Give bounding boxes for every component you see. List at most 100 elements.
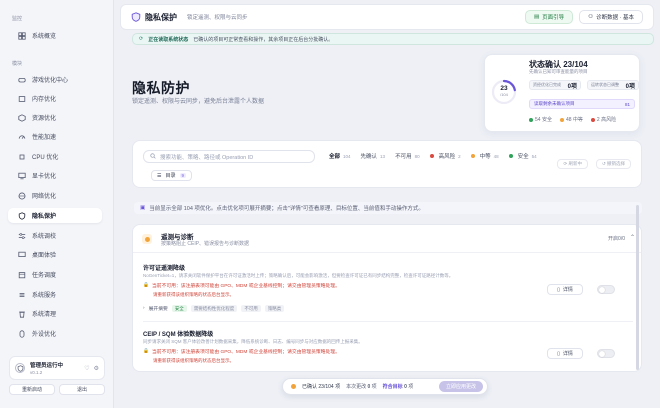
memory-icon: [18, 95, 26, 103]
sidebar-item-scheduler[interactable]: 任务调度: [8, 267, 102, 282]
loading-notice: ⟳ 正在读取系统状态 已确认的项目可正常查看和操作，其余项目正在后台分批确认。: [132, 33, 654, 45]
sidebar-item-services[interactable]: 系统服务: [8, 287, 102, 302]
sliders-icon: [18, 232, 26, 240]
page-guide-button[interactable]: ▤ 页面引导: [524, 10, 574, 24]
legend-high: 2 高风险: [590, 116, 616, 123]
chevron-up-icon[interactable]: ⌃: [630, 234, 635, 241]
search-icon: [150, 152, 156, 161]
item-title: CEIP / SQM 体验数据降级: [143, 332, 214, 338]
sidebar-item-memory[interactable]: 内存优化: [8, 91, 102, 106]
sidebar-item-game-center[interactable]: 游戏优化中心: [8, 72, 102, 87]
chip-medium[interactable]: 中等 48: [470, 152, 499, 160]
directory-count: 9: [179, 173, 187, 178]
directory-button[interactable]: ☰ 目录 9: [151, 170, 193, 181]
ring-total: /104: [500, 92, 508, 97]
diagnostic-data-label: 诊断数据 · 基本: [596, 15, 634, 21]
sidebar-item-label: 内存优化: [32, 97, 57, 103]
sidebar-item-label: 系统服务: [32, 293, 57, 299]
shield-icon: [18, 211, 26, 220]
heart-icon[interactable]: ♡: [84, 365, 89, 372]
item-toggle[interactable]: [597, 285, 615, 294]
sidebar-item-label: 隐私保护: [32, 214, 57, 220]
mouse-icon: [18, 329, 26, 338]
divider: [143, 321, 633, 322]
ring-value: 23: [500, 85, 508, 92]
telemetry-group: 遥测与诊断 按策略阻止 CEIP、错误报告与诊断数据 开启0/0 ⌃ 许可证遥测…: [132, 224, 642, 372]
done-value: 0项: [567, 83, 577, 90]
sidebar-item-label: 任务调度: [32, 273, 57, 279]
globe-icon: [18, 192, 26, 200]
sidebar-item-performance[interactable]: 性能加速: [8, 129, 102, 144]
notice-bold: 正在读取系统状态: [148, 36, 189, 43]
tag: 需要结构性优化程度: [190, 305, 238, 312]
risk-legend: 54 安全 48 中等 2 高风险: [529, 116, 616, 123]
sidebar-item-privacy[interactable]: 隐私保护: [8, 208, 102, 223]
tag: 不可用: [241, 305, 261, 312]
sidebar-item-label: 显卡优化: [32, 174, 57, 180]
sidebar-item-cleanup[interactable]: 系统清理: [8, 306, 102, 321]
restart-button[interactable]: 重新启动: [9, 384, 55, 395]
lock-icon: 🔒: [143, 349, 149, 354]
expand-summary[interactable]: › 展开摘要 安全 需要结构性优化程度 不可用 策略类: [143, 305, 285, 312]
detail-button[interactable]: ▯ 详情: [547, 284, 583, 295]
sidebar-item-network[interactable]: 网络优化: [8, 188, 102, 203]
red-dot-icon: [429, 154, 434, 158]
target-link[interactable]: 符合目标 0 项: [383, 383, 414, 390]
item-warning: 🔒 当前不可用：该注册表项可能由 GPO、MDM 或企业基线控制；请交由管理员策略…: [143, 349, 340, 355]
sidebar-item-label: CPU 优化: [32, 155, 59, 161]
exit-button[interactable]: 退出: [59, 384, 105, 395]
page-header: 隐私保护 锁定遥测、权限与云同步 ▤ 页面引导 ⚇ 诊断数据 · 基本: [120, 4, 654, 30]
apply-changes-button[interactable]: 立即应用更改: [438, 381, 483, 392]
gear-icon[interactable]: ⚙: [94, 365, 99, 372]
warning-icon: [142, 234, 152, 244]
trash-icon: [18, 310, 26, 318]
sidebar-item-overview[interactable]: 系统概览: [8, 28, 102, 43]
undo-selection-button[interactable]: ↺ 撤销选择: [595, 159, 631, 169]
legend-medium: 48 中等: [559, 116, 583, 123]
scrollbar[interactable]: [636, 205, 639, 370]
confirmed-count: 已确认 23/104 项: [302, 384, 341, 390]
sidebar-item-tuning[interactable]: 系统调校: [8, 228, 102, 243]
group-count: 开启0/0: [608, 236, 625, 242]
sync-icon: ⟳: [139, 36, 144, 42]
main-content: 隐私保护 锁定遥测、权限与云同步 ▤ 页面引导 ⚇ 诊断数据 · 基本 ⟳ 正在…: [120, 0, 656, 408]
chip-high-risk[interactable]: 高风险 2: [429, 152, 461, 160]
sidebar-item-peripheral[interactable]: 外设优化: [8, 326, 102, 341]
green-dot-icon: [508, 154, 513, 158]
hero-title: 隐私防护: [132, 80, 190, 96]
display-icon: [18, 172, 26, 180]
lock-icon: 🔒: [143, 283, 149, 288]
sidebar-section-monitor: 监控: [12, 16, 23, 22]
list-icon: [18, 291, 26, 299]
directory-label: 目录: [165, 173, 176, 179]
pending-box: 运转状态已调整 0项: [587, 80, 639, 90]
item-toggle[interactable]: [597, 349, 615, 358]
group-header[interactable]: 遥测与诊断 按策略阻止 CEIP、错误报告与诊断数据 开启0/0 ⌃: [133, 225, 641, 253]
pending-label: 运转状态已调整: [591, 82, 619, 87]
chevron-right-icon: ›: [143, 306, 145, 311]
search-input[interactable]: 搜索功能、策略、路径或 Operation ID: [143, 150, 315, 163]
sidebar-item-desktop[interactable]: 桌面体验: [8, 247, 102, 262]
bottom-action-bar: 已确认 23/104 项 本次更改 0 项 符合目标 0 项 立即应用更改: [282, 378, 488, 395]
refresh-button[interactable]: ⟳ 刷新中: [557, 159, 588, 169]
detail-button[interactable]: ▯ 详情: [547, 348, 583, 359]
status-card: 23 /104 状态确认 23/104 先确认已知可审查能量的项目 资经优化已完…: [484, 54, 640, 132]
sidebar-item-label: 外设优化: [32, 332, 57, 338]
chip-all[interactable]: 全部 104: [329, 152, 351, 161]
page-guide-label: 页面引导: [542, 15, 565, 21]
sidebar-item-gpu[interactable]: 显卡优化: [8, 168, 102, 183]
done-box: 资经优化已完成 0项: [529, 80, 581, 90]
chip-safe[interactable]: 安全 54: [508, 152, 537, 160]
reading-remaining[interactable]: 读取剩余未确认项目 81: [529, 99, 635, 109]
tag: 策略类: [264, 305, 285, 312]
sidebar-item-label: 性能加速: [32, 135, 57, 141]
chip-unavailable[interactable]: 不可用 80: [395, 152, 420, 161]
notice-text: 已确认的项目可正常查看和操作，其余项目正在后台分批确认。: [193, 36, 334, 43]
reading-label: 读取剩余未确认项目: [534, 101, 575, 106]
sidebar-item-resource[interactable]: 资源优化: [8, 110, 102, 125]
diagnostic-data-button[interactable]: ⚇ 诊断数据 · 基本: [579, 10, 643, 24]
chip-confirm-first[interactable]: 先确认 13: [361, 152, 386, 161]
orange-dot-icon: [559, 117, 564, 122]
sidebar-item-cpu[interactable]: CPU 优化: [8, 149, 102, 164]
calendar-icon: [18, 271, 26, 279]
